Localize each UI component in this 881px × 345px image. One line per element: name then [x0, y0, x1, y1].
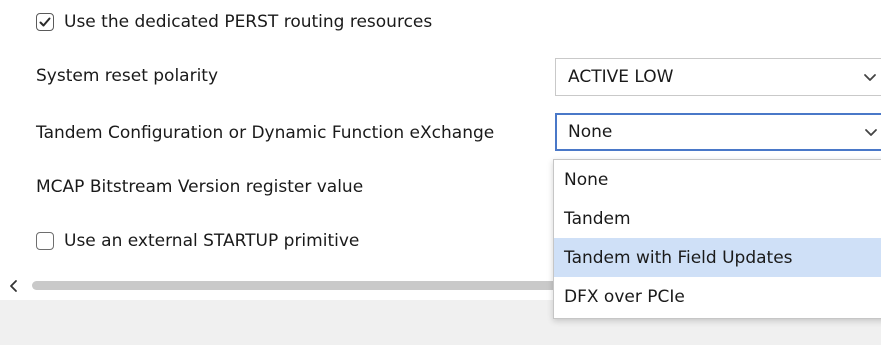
chevron-left-icon[interactable] — [6, 278, 22, 294]
dropdown-option-tandem[interactable]: Tandem — [554, 199, 881, 238]
startup-row[interactable]: Use an external STARTUP primitive — [36, 231, 359, 251]
tandem-label: Tandem Configuration or Dynamic Function… — [36, 123, 495, 143]
tandem-select[interactable]: None — [555, 113, 881, 151]
tandem-value: None — [568, 122, 613, 142]
system-reset-select[interactable]: ACTIVE LOW — [555, 58, 881, 96]
dropdown-option-dfx-over-pcie[interactable]: DFX over PCIe — [554, 277, 881, 316]
tandem-dropdown-list[interactable]: None Tandem Tandem with Field Updates DF… — [553, 159, 881, 319]
dropdown-option-label: Tandem with Field Updates — [564, 247, 793, 268]
system-reset-value: ACTIVE LOW — [568, 67, 674, 87]
startup-label: Use an external STARTUP primitive — [64, 231, 360, 251]
chevron-down-icon — [865, 129, 877, 136]
chevron-down-icon — [864, 74, 876, 81]
mcap-label: MCAP Bitstream Version register value — [36, 177, 364, 197]
scrollbar-thumb[interactable] — [32, 281, 572, 290]
checkmark-icon — [39, 17, 51, 27]
use-perst-row[interactable]: Use the dedicated PERST routing resource… — [36, 12, 432, 32]
use-perst-checkbox[interactable] — [36, 13, 54, 31]
dropdown-option-none[interactable]: None — [554, 160, 881, 199]
system-reset-label: System reset polarity — [36, 66, 219, 86]
startup-checkbox[interactable] — [36, 232, 54, 250]
dropdown-option-label: None — [564, 169, 609, 190]
dropdown-option-tandem-field-updates[interactable]: Tandem with Field Updates — [554, 238, 881, 277]
dropdown-option-label: DFX over PCIe — [564, 286, 685, 307]
dropdown-option-label: Tandem — [564, 208, 631, 229]
use-perst-label: Use the dedicated PERST routing resource… — [64, 12, 433, 32]
